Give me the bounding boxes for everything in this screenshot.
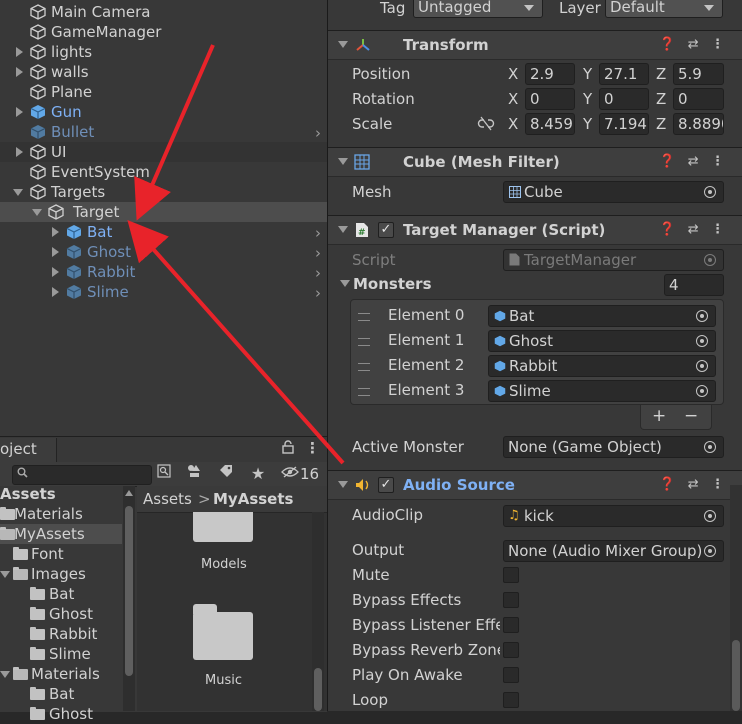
- annotation-arrows: [127, 44, 345, 465]
- annotation-arrow: [134, 44, 215, 221]
- annotation-arrow: [127, 220, 345, 465]
